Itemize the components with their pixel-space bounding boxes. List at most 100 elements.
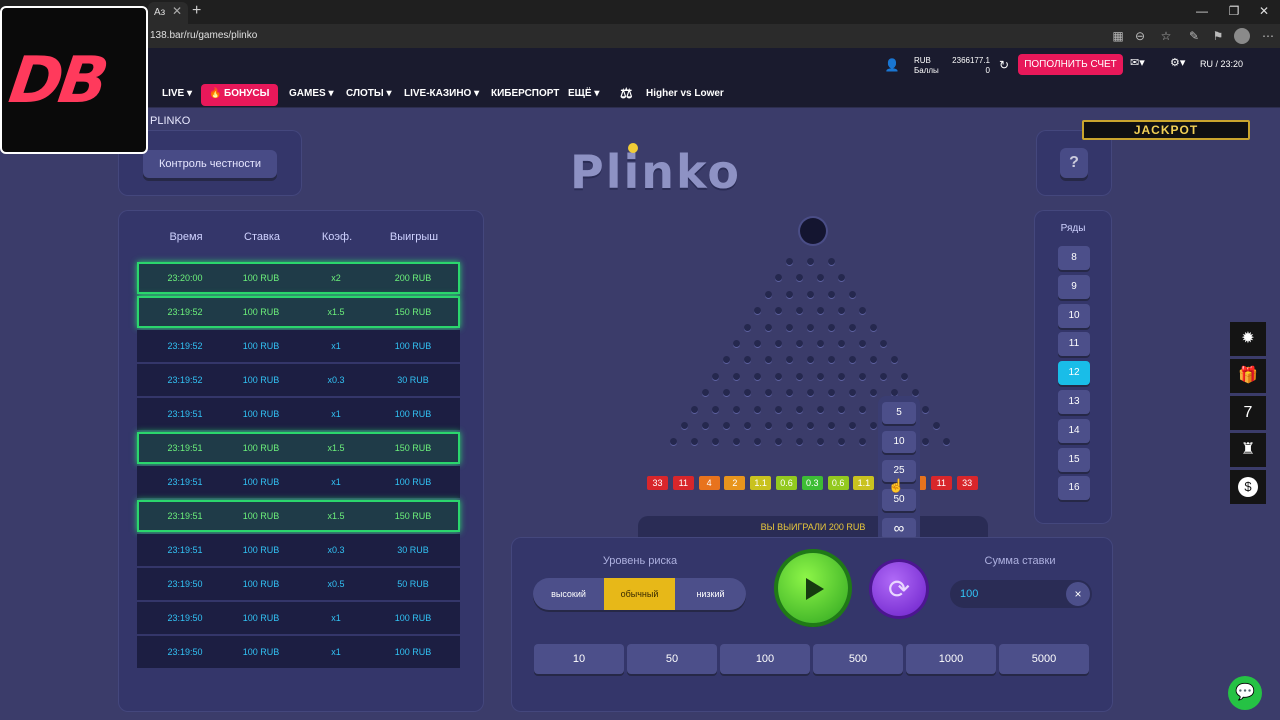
language-time[interactable]: RU / 23:20: [1200, 59, 1243, 69]
url-text[interactable]: 138.bar/ru/games/plinko: [150, 30, 257, 41]
autoplay-button[interactable]: ⟳: [872, 562, 926, 616]
profile-avatar[interactable]: [1234, 28, 1250, 44]
peg: [764, 323, 772, 331]
lucky-seven-button[interactable]: 7: [1230, 396, 1266, 430]
history-cell-bet: 100 RUB: [242, 545, 280, 555]
nav-games[interactable]: GAMES ▾: [289, 88, 333, 99]
refresh-icon[interactable]: ↻: [996, 58, 1012, 72]
tab-close-icon[interactable]: ✕: [172, 4, 182, 18]
nav-live[interactable]: LIVE ▾: [162, 88, 192, 99]
dollar-button[interactable]: $: [1230, 470, 1266, 504]
history-row: 23:19:50 100 RUB x0.5 50 RUB: [137, 568, 460, 600]
peg: [838, 340, 845, 347]
apps-icon[interactable]: ▦: [1110, 29, 1126, 43]
history-cell-win: 150 RUB: [394, 443, 432, 453]
risk-high[interactable]: высокий: [533, 578, 604, 610]
balance-block: 2366177.1 0: [952, 56, 990, 76]
rows-option-13[interactable]: 13: [1058, 390, 1090, 414]
stake-clear-button[interactable]: ×: [1066, 582, 1090, 606]
peg: [890, 356, 898, 364]
nav-slots-label: СЛОТЫ: [346, 88, 384, 99]
nav-live-label: LIVE: [162, 88, 185, 99]
peg: [848, 323, 856, 331]
history-cell-time: 23:19:50: [167, 647, 203, 657]
amount-button-500[interactable]: 500: [813, 644, 903, 674]
risk-label: Уровень риска: [602, 555, 678, 567]
peg: [806, 258, 814, 265]
amount-button-5000[interactable]: 5000: [999, 644, 1089, 674]
peg: [817, 372, 824, 380]
auto-option-5[interactable]: 5: [882, 402, 916, 424]
amount-button-50[interactable]: 50: [627, 644, 717, 674]
auto-option-10[interactable]: 10: [882, 431, 916, 453]
minimize-icon[interactable]: —: [1192, 4, 1212, 18]
rows-option-12[interactable]: 12: [1058, 361, 1090, 386]
amount-button-100[interactable]: 100: [720, 644, 810, 674]
nav-slots[interactable]: СЛОТЫ ▾: [346, 88, 391, 99]
history-row: 23:19:50 100 RUB x1 100 RUB: [137, 636, 460, 668]
history-cell-time: 23:19:51: [167, 545, 203, 555]
peg: [827, 422, 835, 429]
fairness-button[interactable]: Контроль честности: [143, 150, 277, 178]
casino-chip-icon[interactable]: ✹: [1230, 322, 1266, 356]
chat-icon[interactable]: 💬: [1228, 676, 1262, 710]
peg: [754, 372, 761, 380]
rows-option-8[interactable]: 8: [1058, 246, 1090, 270]
amount-button-1000[interactable]: 1000: [906, 644, 996, 674]
peg: [701, 389, 709, 397]
restore-icon[interactable]: ❐: [1224, 4, 1244, 18]
help-button[interactable]: ?: [1060, 148, 1088, 178]
multiplier-bucket: 0.3: [801, 476, 823, 490]
history-cell-coef: x1: [331, 647, 341, 657]
trophy-icon[interactable]: ♜: [1230, 433, 1266, 467]
history-cell-time: 23:19:52: [167, 307, 203, 317]
user-icon[interactable]: 👤: [884, 58, 900, 72]
peg: [733, 372, 740, 380]
jackpot-banner[interactable]: JACKPOT: [1082, 120, 1250, 140]
new-tab-icon[interactable]: +: [192, 2, 201, 20]
nav-higher-lower[interactable]: Higher vs Lower: [646, 88, 724, 99]
rows-option-15[interactable]: 15: [1058, 447, 1090, 472]
peg: [806, 323, 814, 331]
deposit-button[interactable]: ПОПОЛНИТЬ СЧЕТ: [1018, 54, 1123, 75]
peg: [722, 422, 730, 429]
rows-option-14[interactable]: 14: [1058, 418, 1090, 443]
history-cell-win: 30 RUB: [397, 545, 429, 555]
rows-option-11[interactable]: 11: [1058, 332, 1090, 357]
history-row: 23:19:51 100 RUB x1 100 RUB: [137, 466, 460, 498]
history-cell-coef: x1: [331, 613, 341, 623]
peg: [806, 356, 814, 364]
nav-esports[interactable]: КИБЕРСПОРТ: [491, 88, 559, 99]
nav-more[interactable]: ЕЩЁ ▾: [568, 88, 599, 99]
balance-value: 2366177.1: [952, 56, 990, 65]
nav-live-casino[interactable]: LIVE-КАЗИНО ▾: [404, 88, 479, 99]
star-icon[interactable]: ☆: [1158, 29, 1174, 43]
favorites-icon[interactable]: ⚑: [1210, 29, 1226, 43]
multiplier-bucket: 2: [724, 476, 746, 490]
extensions-icon[interactable]: ✎: [1186, 29, 1202, 43]
gear-icon[interactable]: ⚙▾: [1170, 56, 1185, 69]
amount-button-10[interactable]: 10: [534, 644, 624, 674]
window-close-icon[interactable]: ✕: [1254, 4, 1274, 18]
history-header-bet: Ставка: [244, 231, 280, 243]
block-icon[interactable]: ⊖: [1132, 29, 1148, 43]
risk-normal[interactable]: обычный: [604, 578, 675, 610]
multiplier-bucket: 1.1: [750, 476, 772, 490]
browser-tabbar: Аз ✕ + — ❐ ✕: [0, 0, 1280, 24]
mail-icon[interactable]: ✉▾: [1130, 56, 1145, 69]
history-header-time: Время: [169, 231, 203, 243]
gift-icon[interactable]: 🎁: [1230, 359, 1266, 393]
rows-option-9[interactable]: 9: [1058, 274, 1090, 299]
peg: [817, 340, 824, 347]
history-row: 23:19:52 100 RUB x1 100 RUB: [137, 330, 460, 362]
rows-option-16[interactable]: 16: [1058, 476, 1090, 501]
stake-label: Сумма ставки: [984, 555, 1056, 567]
menu-icon[interactable]: ⋯: [1260, 29, 1276, 43]
history-cell-coef: x0.3: [327, 375, 345, 385]
peg: [785, 323, 793, 331]
rows-option-10[interactable]: 10: [1058, 303, 1090, 328]
risk-low[interactable]: низкий: [675, 578, 746, 610]
history-cell-bet: 100 RUB: [242, 341, 280, 351]
nav-bonuses-label[interactable]: БОНУСЫ: [224, 88, 269, 99]
peg: [775, 405, 782, 413]
